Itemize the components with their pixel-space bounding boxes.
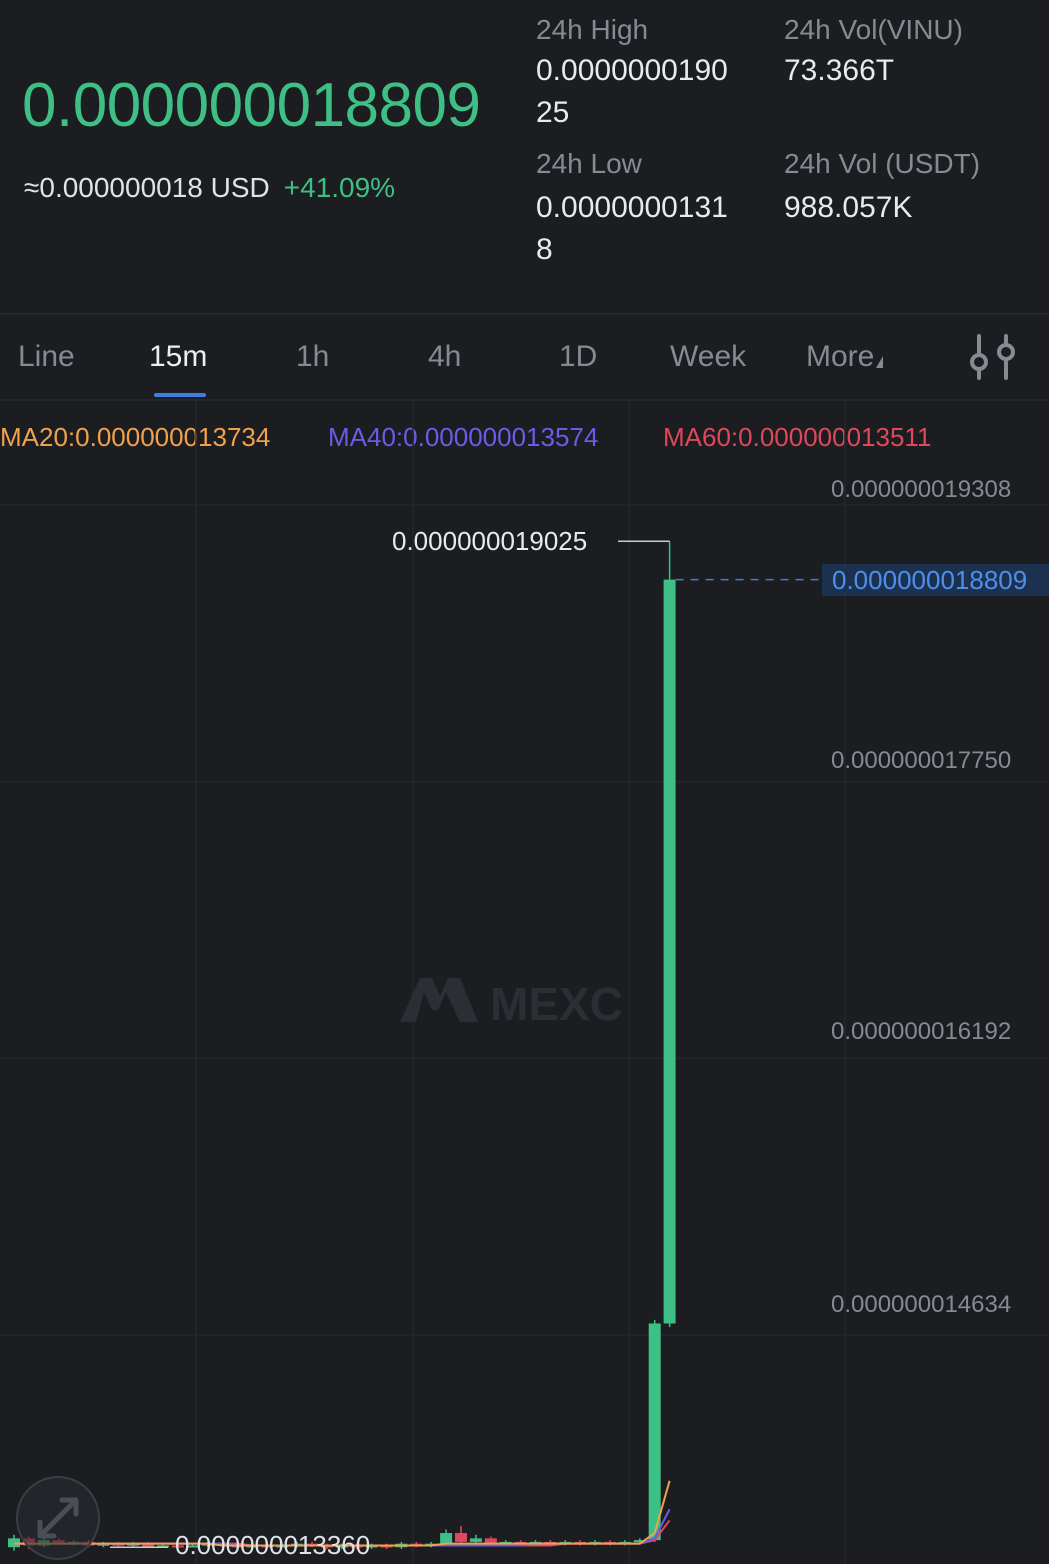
price-markers bbox=[110, 540, 822, 1548]
vol-base-value: 73.366T bbox=[784, 54, 895, 87]
candles bbox=[8, 541, 676, 1551]
tabs-divider bbox=[0, 399, 1049, 401]
low-24h-label: 24h Low bbox=[536, 148, 642, 179]
tab-more[interactable]: More bbox=[806, 340, 884, 374]
header-divider bbox=[0, 313, 1049, 315]
high-24h-value-line2: 25 bbox=[536, 96, 570, 129]
mexc-watermark: MEXC bbox=[398, 970, 648, 1030]
candle-body bbox=[648, 1323, 661, 1541]
ticker-header: 0.000000018809 ≈0.000000018 USD +41.09% 2… bbox=[0, 0, 1049, 312]
last-price-tag-value: 0.000000018809 bbox=[832, 564, 1028, 595]
watermark-text: MEXC bbox=[490, 978, 623, 1030]
y-axis-label-4: 0.000000014634 bbox=[831, 1291, 1012, 1318]
vol-base-label: 24h Vol(VINU) bbox=[784, 14, 963, 45]
last-price: 0.000000018809 bbox=[22, 71, 481, 140]
tab-1d[interactable]: 1D bbox=[559, 340, 597, 374]
candle-body bbox=[455, 1533, 467, 1542]
last-price-tag: 0.000000018809 bbox=[822, 563, 1049, 596]
low-marker-label: 0.000000013360 bbox=[175, 1530, 371, 1560]
high-marker-label: 0.000000019025 bbox=[392, 526, 588, 557]
vol-quote-value: 988.057K bbox=[784, 191, 913, 224]
fullscreen-button[interactable] bbox=[16, 1476, 100, 1560]
low-24h-value: 0.0000000131 8 bbox=[536, 187, 728, 271]
usd-approx-row: ≈0.000000018 USD +41.09% bbox=[24, 172, 395, 204]
candle-body bbox=[440, 1533, 453, 1544]
high-24h-value-line1: 0.0000000190 bbox=[536, 54, 728, 87]
candle-body bbox=[663, 579, 676, 1324]
tab-4h[interactable]: 4h bbox=[428, 340, 461, 374]
low-24h-value-line2: 8 bbox=[536, 233, 553, 266]
usd-approx-price: ≈0.000000018 USD bbox=[24, 172, 270, 203]
tab-15m[interactable]: 15m bbox=[149, 340, 207, 374]
interval-tabs: Line 15m 1h 4h 1D Week More bbox=[0, 330, 1049, 392]
price-change-percent: +41.09% bbox=[283, 172, 396, 203]
candle-body bbox=[469, 1538, 482, 1542]
high-24h-label: 24h High bbox=[536, 14, 649, 45]
expand-icon bbox=[37, 1497, 79, 1539]
y-axis-label-1: 0.000000019308 bbox=[831, 476, 1012, 503]
chart-settings-icon[interactable] bbox=[966, 334, 1020, 380]
tab-week[interactable]: Week bbox=[670, 340, 746, 374]
vol-quote-label: 24h Vol (USDT) bbox=[784, 148, 981, 179]
tab-line[interactable]: Line bbox=[18, 340, 75, 374]
low-24h-value-line1: 0.0000000131 bbox=[536, 191, 728, 224]
y-axis-label-3: 0.000000016192 bbox=[831, 1018, 1012, 1045]
tab-more-label: More bbox=[806, 340, 875, 373]
high-24h-value: 0.0000000190 25 bbox=[536, 50, 728, 134]
active-tab-indicator bbox=[154, 393, 206, 397]
tab-1h[interactable]: 1h bbox=[296, 340, 329, 374]
caret-down-icon bbox=[876, 356, 884, 368]
y-axis-label-2: 0.000000017750 bbox=[831, 747, 1012, 774]
